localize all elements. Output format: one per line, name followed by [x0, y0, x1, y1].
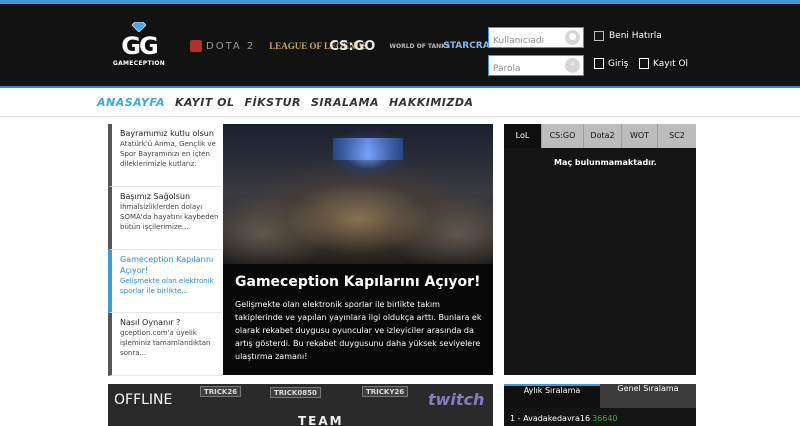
matches-tabs: LoL CS:GO Dota2 WOT SC2 [504, 124, 696, 148]
news-title: Başımız Sağolsun [120, 192, 191, 201]
site-logo[interactable]: GG GAMECEPTION [108, 22, 170, 72]
news-item[interactable]: Başımız Sağolsun İhmalsizliklerden dolay… [108, 187, 222, 250]
register-button[interactable]: Kayıt Ol [639, 58, 688, 69]
news-item[interactable]: Nasıl Oynanır ? gception.com'a üyelik iş… [108, 313, 222, 376]
featured-article[interactable]: Gameception Kapılarını Açıyor! Gelişmekt… [223, 124, 493, 375]
nav-item-register[interactable]: KAYIT OL [175, 96, 235, 109]
no-matches-message: Maç bulunmamaktadır. [554, 158, 657, 167]
stream-player[interactable]: OFFLINE TRICK26 TRICK0850 TRICKY26 twitc… [108, 384, 493, 426]
tab-wot[interactable]: WOT [622, 124, 658, 148]
ranking-tabs: Aylık Sıralama Genel Sıralama [504, 384, 696, 408]
lol-logo[interactable]: LEAGUE OF LEGENDS [269, 41, 367, 51]
twitch-logo: twitch [428, 390, 485, 409]
nav-divider [0, 116, 800, 117]
dota2-logo[interactable]: DOTA 2 [190, 40, 255, 52]
ranking-row[interactable]: 1 - Avadakedavra16 36640 [504, 408, 696, 423]
tab-lol[interactable]: LoL [504, 124, 542, 148]
news-body: Gelişmekte olan elektronik sporlar ile b… [120, 277, 214, 295]
logo-wordmark: GAMECEPTION [112, 60, 166, 67]
news-item-active[interactable]: Gameception Kapılarını Açıyor! Gelişmekt… [108, 250, 222, 313]
login-form: ● ⚬ [488, 27, 584, 83]
password-input[interactable] [489, 59, 559, 79]
news-title: Gameception Kapılarını Açıyor! [120, 255, 214, 275]
remember-me[interactable]: Beni Hatırla [594, 31, 662, 41]
diamond-icon [132, 22, 146, 32]
stream-status: OFFLINE [114, 392, 173, 408]
register-icon [639, 58, 649, 69]
nav-item-home[interactable]: ANASAYFA [97, 96, 165, 109]
ranking-widget: Aylık Sıralama Genel Sıralama 1 - Avadak… [504, 384, 696, 426]
news-body: Atatürk'ü Anma, Gençlik ve Spor Bayramın… [120, 140, 216, 168]
news-body: gception.com'a üyelik işleminiz tamamlan… [120, 329, 211, 357]
tab-sc2[interactable]: SC2 [658, 124, 696, 148]
matches-widget: LoL CS:GO Dota2 WOT SC2 Maç bulunmamakta… [504, 124, 696, 375]
csgo-logo[interactable]: CS:GO [329, 39, 375, 54]
login-button[interactable]: Giriş [594, 58, 628, 69]
username-field: ● [488, 27, 584, 51]
stream-tag: TRICK0850 [270, 387, 321, 398]
featured-title: Gameception Kapılarını Açıyor! [235, 274, 481, 290]
featured-body: Gelişmekte olan elektronik sporlar ile b… [235, 300, 482, 361]
stream-team-banner: TEAM [298, 414, 344, 426]
ranking-points: 36640 [592, 414, 618, 423]
news-item[interactable]: Bayramımız kutlu olsun Atatürk'ü Anma, G… [108, 124, 222, 187]
login-icon [594, 58, 604, 69]
news-list: Bayramımız kutlu olsun Atatürk'ü Anma, G… [108, 124, 222, 376]
password-field: ⚬ [488, 55, 584, 79]
nav-item-fixture[interactable]: FİKSTUR [245, 96, 301, 109]
site-header: GG GAMECEPTION DOTA 2 LEAGUE OF LEGENDS … [0, 4, 800, 86]
starcraft2-logo[interactable]: STARCRAFT II [443, 41, 511, 51]
game-logos: DOTA 2 LEAGUE OF LEGENDS CS:GO WORLD OF … [190, 32, 512, 60]
dota2-label: DOTA 2 [206, 40, 256, 52]
nav-accent-line [0, 86, 800, 88]
username-input[interactable] [489, 31, 559, 51]
register-label: Kayıt Ol [653, 58, 689, 69]
ranking-player: Avadakedavra16 [523, 414, 591, 423]
wot-logo[interactable]: WORLD OF TANKS [389, 43, 450, 50]
remember-checkbox[interactable] [594, 31, 604, 41]
login-label: Giriş [608, 58, 629, 69]
stream-tag: TRICKY26 [362, 386, 409, 397]
nav-item-about[interactable]: HAKKIMIZDA [389, 96, 474, 109]
tab-monthly-ranking[interactable]: Aylık Sıralama [504, 384, 600, 408]
remember-label: Beni Hatırla [609, 31, 662, 41]
news-title: Nasıl Oynanır ? [120, 318, 181, 327]
tab-overall-ranking[interactable]: Genel Sıralama [600, 384, 696, 408]
key-icon: ⚬ [565, 58, 580, 73]
tab-dota2[interactable]: Dota2 [584, 124, 622, 148]
news-title: Bayramımız kutlu olsun [120, 129, 214, 138]
user-icon: ● [565, 30, 580, 45]
wot-label: WORLD OF TANKS [389, 42, 451, 50]
logo-mark: GG [121, 32, 158, 60]
news-body: İhmalsizliklerden dolayı SOMA'da hayatın… [120, 203, 219, 231]
main-nav: ANASAYFA KAYIT OL FİKSTUR SIRALAMA HAKKI… [97, 96, 484, 109]
arena-image [223, 124, 493, 264]
nav-item-ranking[interactable]: SIRALAMA [311, 96, 379, 109]
dota2-icon [190, 40, 202, 52]
ranking-position: 1 - [510, 414, 521, 423]
csgo-label: CS:GO [329, 38, 376, 54]
stage-screen [333, 138, 403, 160]
tab-csgo[interactable]: CS:GO [542, 124, 584, 148]
stream-tag: TRICK26 [200, 386, 242, 397]
